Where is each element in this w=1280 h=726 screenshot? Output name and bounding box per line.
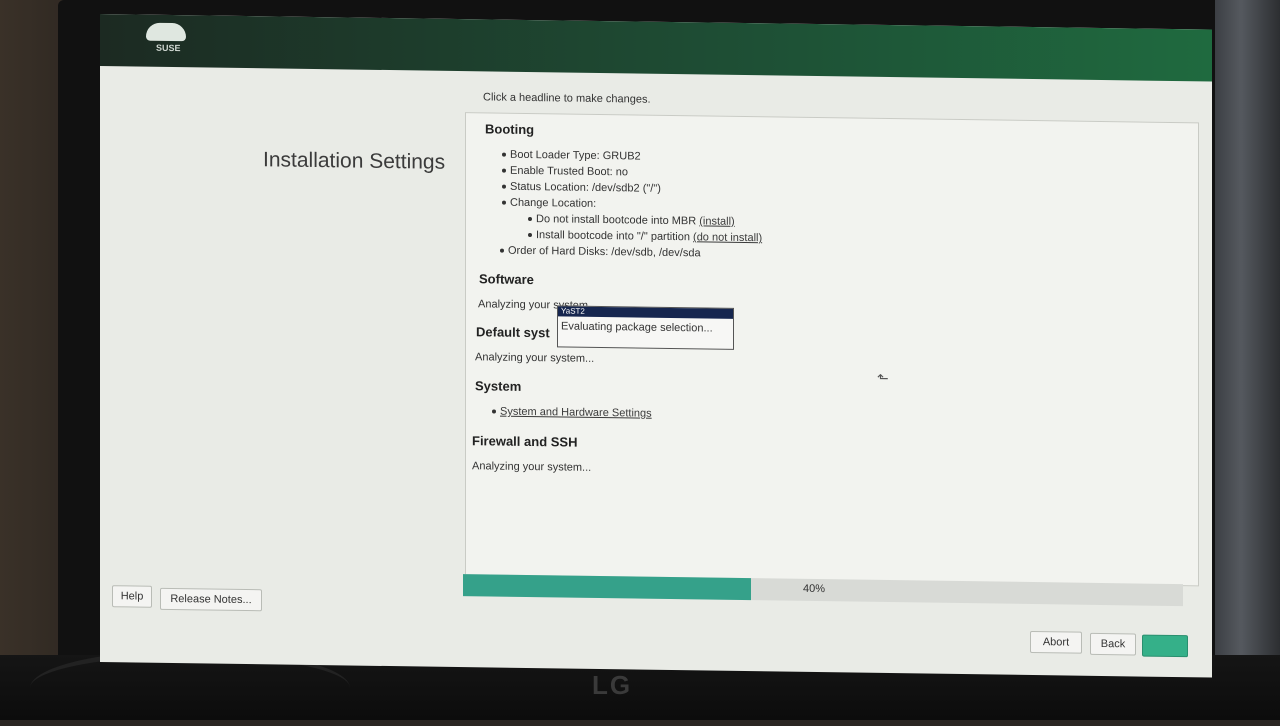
booting-item: Boot Loader Type: GRUB2 [502,149,641,163]
firewall-heading[interactable]: Firewall and SSH [472,433,577,449]
chameleon-icon [146,22,186,42]
installer-screen: SUSE Installation Settings Click a headl… [100,14,1212,678]
release-notes-button[interactable]: Release Notes... [160,587,262,612]
monitor-logo: LG [592,670,633,700]
back-button[interactable]: Back [1090,632,1136,656]
busy-popup: YaST2 Evaluating package selection... [557,305,734,350]
default-systemd-status: Analyzing your system... [475,351,595,365]
help-button[interactable]: Help [112,585,152,608]
monitor-side [1215,0,1280,720]
do-not-install-link[interactable]: (do not install) [693,231,762,244]
system-hardware-link[interactable]: System and Hardware Settings [500,406,652,420]
next-button[interactable] [1142,634,1188,658]
booting-sub-item: Do not install bootcode into MBR (instal… [528,213,735,228]
abort-button[interactable]: Abort [1030,630,1082,654]
settings-panel: Booting Boot Loader Type: GRUB2 Enable T… [465,112,1199,587]
booting-item: Change Location: [502,197,596,210]
hint-text: Click a headline to make changes. [483,91,651,106]
brand-label: SUSE [156,42,181,54]
firewall-status: Analyzing your system... [472,460,592,474]
booting-item: Enable Trusted Boot: no [502,165,628,178]
progress-fill [463,574,751,601]
booting-item: Status Location: /dev/sdb2 ("/") [502,181,661,195]
mouse-cursor-icon: ⬑ [877,369,889,387]
system-heading[interactable]: System [475,378,521,394]
booting-sub-item: Install bootcode into "/" partition (do … [528,229,762,244]
system-item: System and Hardware Settings [492,405,652,420]
booting-heading[interactable]: Booting [485,121,534,137]
booting-item: Order of Hard Disks: /dev/sdb, /dev/sda [500,245,701,259]
popup-message: Evaluating package selection... [561,320,713,335]
progress-label: 40% [803,582,826,596]
page-title: Installation Settings [263,148,446,174]
suse-logo: SUSE [140,22,196,60]
software-heading[interactable]: Software [479,271,534,287]
install-link[interactable]: (install) [699,215,734,227]
default-systemd-heading[interactable]: Default syst [476,324,550,340]
